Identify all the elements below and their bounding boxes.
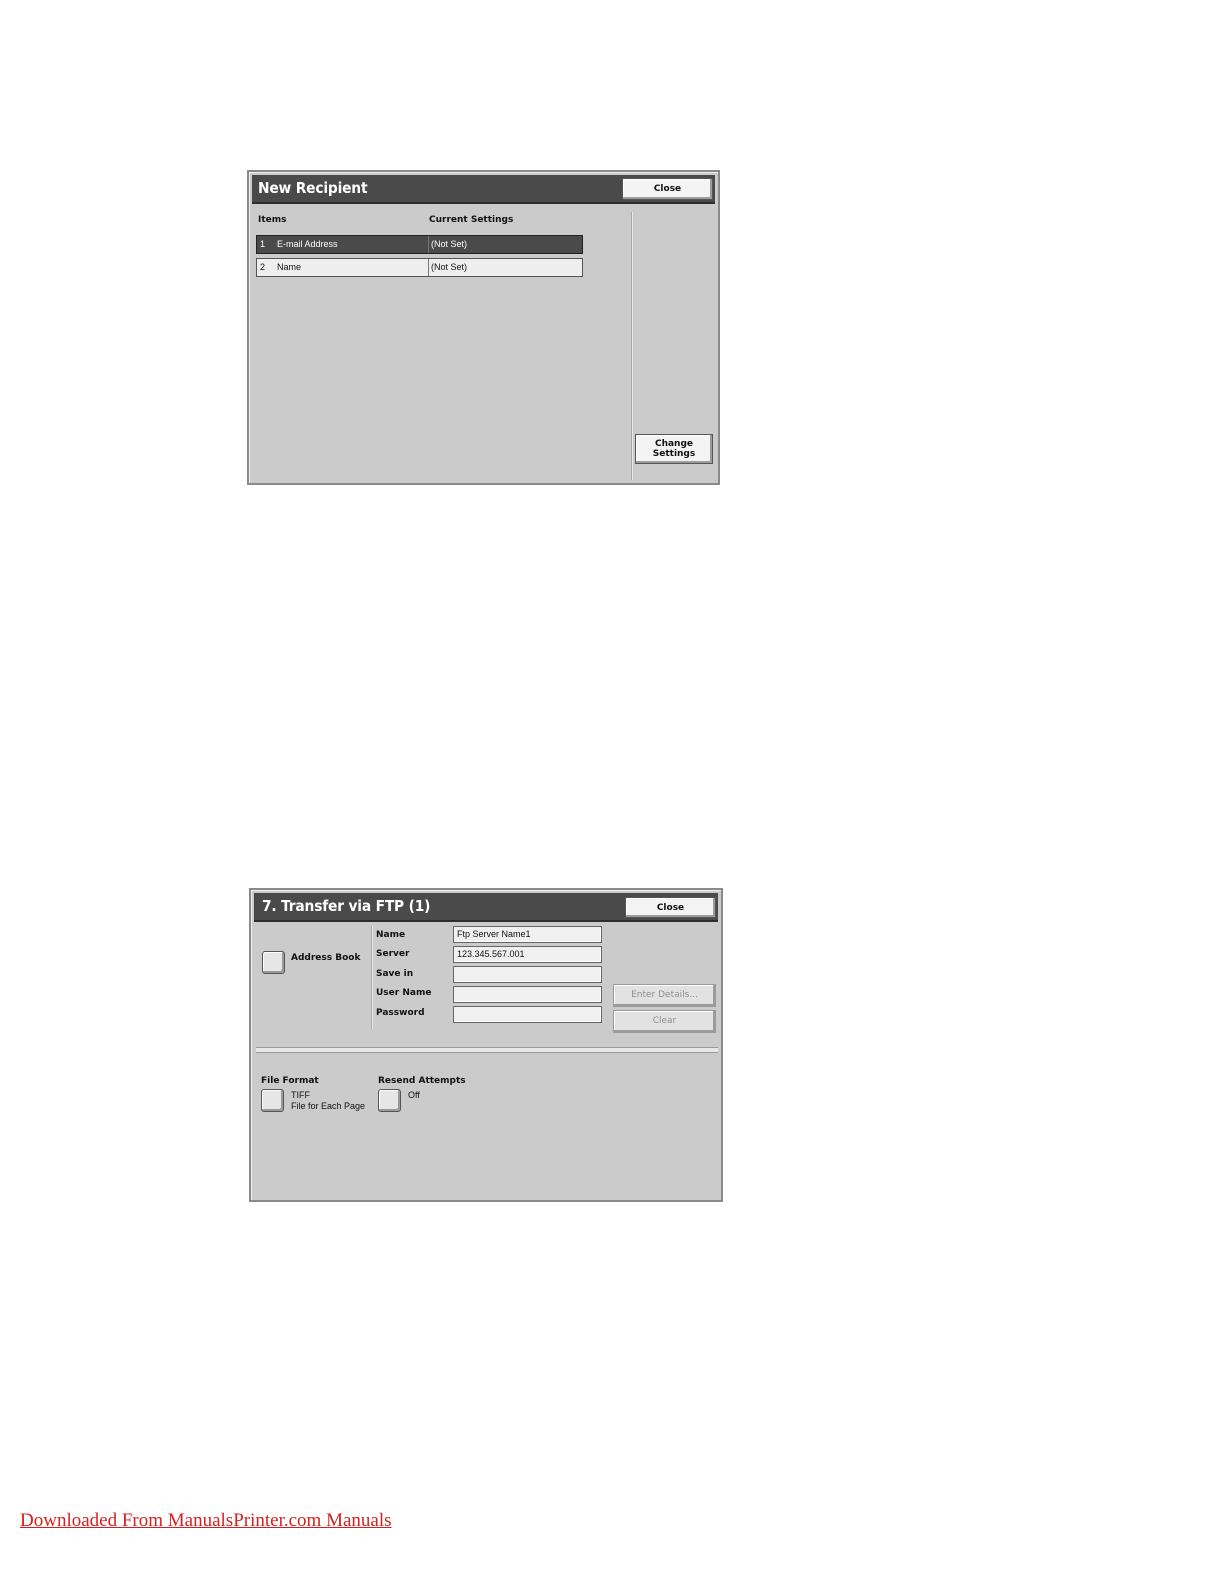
file-format-button[interactable] [261, 1089, 284, 1112]
password-field[interactable] [453, 1006, 602, 1023]
row-current-value: (Not Set) [431, 239, 468, 249]
vertical-divider [632, 212, 633, 480]
user-name-field[interactable] [453, 986, 602, 1003]
dialog-title: 7. Transfer via FTP (1) [262, 897, 431, 915]
resend-attempts-button[interactable] [378, 1089, 401, 1112]
dialog-title: New Recipient [258, 179, 368, 197]
resend-attempts-value: Off [408, 1090, 420, 1100]
file-format-value-line2: File for Each Page [291, 1101, 366, 1111]
save-in-field[interactable] [453, 966, 602, 983]
name-field[interactable]: Ftp Server Name1 [453, 926, 602, 943]
change-settings-button[interactable]: Change Settings [635, 434, 713, 464]
close-button[interactable]: Close [622, 178, 713, 200]
clear-label: Clear [652, 1016, 677, 1026]
enter-details-button[interactable]: Enter Details... [613, 984, 716, 1007]
settings-row-name[interactable]: 2 Name (Not Set) [256, 258, 583, 277]
row-current-value: (Not Set) [431, 262, 468, 272]
change-settings-label: Change Settings [652, 439, 696, 459]
save-in-field-label: Save in [376, 969, 414, 979]
password-field-label: Password [376, 1008, 425, 1018]
column-header-items: Items [258, 215, 287, 225]
settings-row-email[interactable]: 1 E-mail Address (Not Set) [256, 235, 583, 254]
file-format-value-line1: TIFF [291, 1090, 310, 1100]
footer-download-link[interactable]: Downloaded From ManualsPrinter.com Manua… [20, 1510, 392, 1532]
clear-button[interactable]: Clear [613, 1010, 716, 1033]
row-number: 2 [260, 262, 266, 272]
address-book-label: Address Book [291, 953, 361, 963]
vertical-divider [372, 926, 373, 1029]
column-header-current-settings: Current Settings [429, 215, 514, 225]
ftp-dialog: 7. Transfer via FTP (1) Close Address Bo… [249, 888, 723, 1202]
row-separator [428, 259, 429, 276]
close-button[interactable]: Close [625, 897, 716, 918]
name-field-label: Name [376, 930, 406, 940]
server-field[interactable]: 123.345.567.001 [453, 946, 602, 963]
row-item-label: Name [277, 262, 302, 272]
horizontal-divider [256, 1047, 718, 1053]
file-format-label: File Format [261, 1076, 319, 1086]
close-button-label: Close [653, 184, 682, 194]
close-button-label: Close [656, 903, 685, 913]
row-separator [428, 236, 429, 253]
row-number: 1 [260, 239, 266, 249]
address-book-button[interactable] [262, 951, 285, 974]
row-item-label: E-mail Address [277, 239, 338, 249]
enter-details-label: Enter Details... [631, 990, 698, 1000]
new-recipient-dialog: New Recipient Close Items Current Settin… [247, 170, 720, 485]
resend-attempts-label: Resend Attempts [378, 1076, 466, 1086]
user-name-field-label: User Name [376, 988, 432, 998]
server-field-label: Server [376, 949, 410, 959]
